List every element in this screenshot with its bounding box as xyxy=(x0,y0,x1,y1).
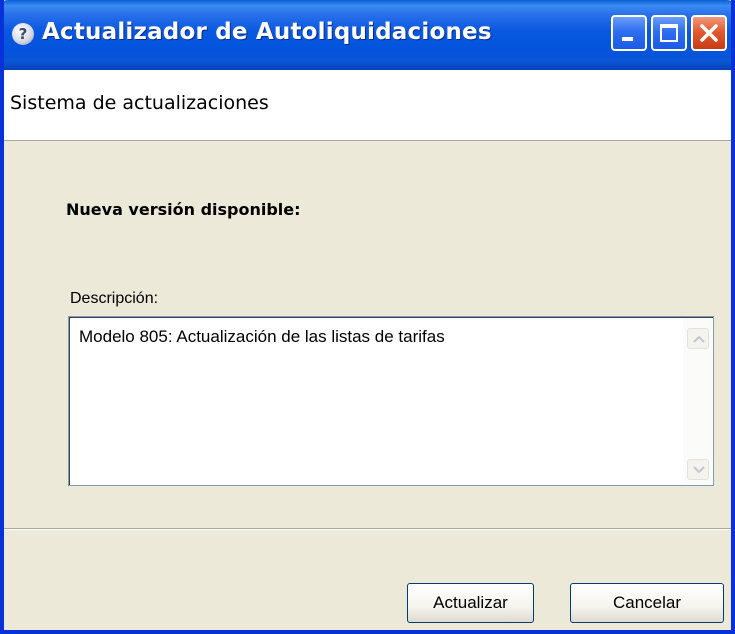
maximize-icon xyxy=(660,24,678,42)
description-scrollbar[interactable] xyxy=(683,318,712,484)
scroll-up-button[interactable] xyxy=(687,328,709,349)
title-bar[interactable]: ? Actualizador de Autoliquidaciones xyxy=(4,0,731,70)
maximize-button[interactable] xyxy=(651,15,687,51)
window-title: Actualizador de Autoliquidaciones xyxy=(42,19,492,45)
header-title: Sistema de actualizaciones xyxy=(10,92,269,114)
description-text: Modelo 805: Actualización de las listas … xyxy=(79,327,445,346)
close-icon xyxy=(700,24,718,42)
minimize-icon xyxy=(622,37,633,41)
description-label: Descripción: xyxy=(70,290,159,307)
footer-divider xyxy=(4,528,731,530)
chevron-up-icon xyxy=(693,335,705,343)
minimize-button[interactable] xyxy=(611,15,647,51)
update-button[interactable]: Actualizar xyxy=(407,583,534,623)
description-textarea[interactable]: Modelo 805: Actualización de las listas … xyxy=(68,316,714,486)
scroll-down-button[interactable] xyxy=(687,459,709,480)
cancel-button[interactable]: Cancelar xyxy=(570,583,724,623)
help-icon: ? xyxy=(12,23,34,45)
chevron-down-icon xyxy=(693,466,705,474)
close-button[interactable] xyxy=(691,15,727,51)
update-dialog-window: ? Actualizador de Autoliquidaciones Sist… xyxy=(0,0,735,634)
header-panel: Sistema de actualizaciones xyxy=(4,70,731,141)
new-version-label: Nueva versión disponible: xyxy=(66,200,301,219)
